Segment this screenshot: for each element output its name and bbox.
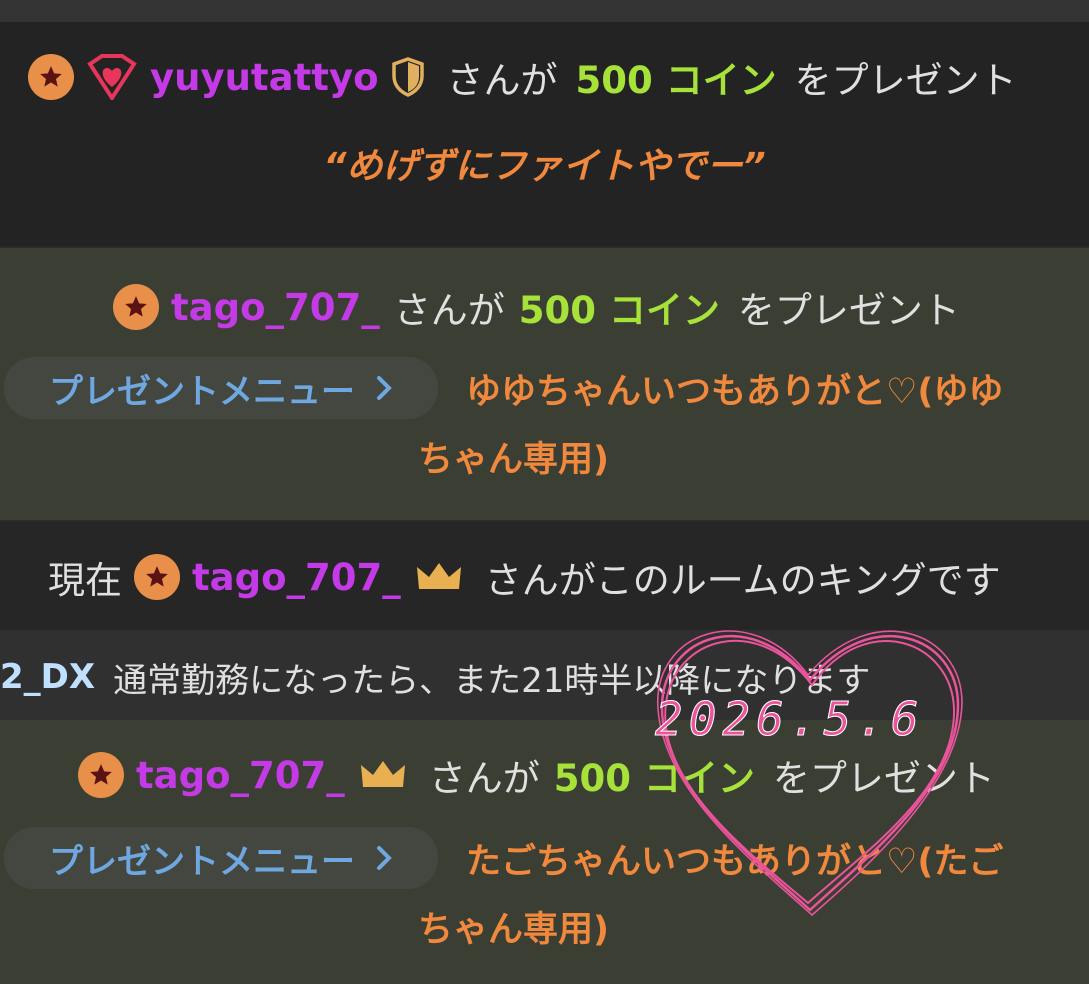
gift-1-present-text: をプレゼント: [794, 59, 1017, 102]
gift-2-san-ga: さんが: [393, 289, 505, 332]
top-strip: [0, 0, 1089, 22]
king-username[interactable]: tago_707_: [192, 556, 401, 599]
stamp-date: 2026.5.6: [655, 692, 925, 747]
gift-1-message: “めげずにファイトやでー”: [323, 146, 766, 187]
gift-banner-3: tago_707_ さんが 500 コイン をプレゼント: [78, 750, 995, 800]
star-badge-icon[interactable]: [28, 54, 74, 100]
gift-3-san-ga: さんが: [428, 757, 540, 800]
gift-banner-2: tago_707_ さんが 500 コイン をプレゼント: [113, 282, 960, 332]
king-banner: 現在 tago_707_ さんがこのルームのキングです: [48, 552, 1001, 602]
heart-gem-icon: [86, 54, 138, 100]
gift-2-message-line1: ゆゆちゃんいつもありがと♡(ゆゆ: [466, 371, 1004, 412]
crown-icon: [359, 757, 407, 793]
crown-icon: [415, 559, 463, 595]
gift-2-username[interactable]: tago_707_: [171, 286, 380, 329]
gift-3-coin-amount: 500 コイン: [553, 757, 755, 800]
gift-2-coin-amount: 500 コイン: [518, 289, 720, 332]
present-menu-button[interactable]: プレゼントメニュー: [4, 357, 438, 419]
chevron-right-icon: [375, 374, 393, 402]
gift-3-message-line2: ちゃん専用): [418, 909, 609, 950]
gift-2-present-text: をプレゼント: [737, 289, 960, 332]
present-menu-button[interactable]: プレゼントメニュー: [4, 827, 438, 889]
king-suffix: さんがこのルームのキングです: [484, 559, 1001, 602]
shield-icon: [391, 57, 425, 97]
star-badge-icon[interactable]: [78, 752, 124, 798]
chat-username[interactable]: 2_DX: [0, 657, 95, 697]
chevron-right-icon: [375, 844, 393, 872]
gift-2-message-line2: ちゃん専用): [418, 439, 609, 480]
gift-1-san-ga: さんが: [446, 59, 558, 102]
present-menu-label: プレゼントメニュー: [49, 371, 355, 412]
star-badge-icon[interactable]: [134, 554, 180, 600]
present-menu-label: プレゼントメニュー: [49, 841, 355, 882]
gift-banner-1: yuyutattyo さんが 500 コイン をプレゼント: [28, 52, 1017, 102]
king-prefix: 現在: [48, 559, 122, 602]
gift-1-coin-amount: 500 コイン: [575, 59, 777, 102]
gift-3-message-line1: たごちゃんいつもありがと♡(たご: [466, 841, 1004, 882]
gift-1-username[interactable]: yuyutattyo: [150, 56, 379, 99]
star-badge-icon[interactable]: [113, 284, 159, 330]
gift-3-present-text: をプレゼント: [772, 757, 995, 800]
gift-3-username[interactable]: tago_707_: [136, 754, 345, 797]
